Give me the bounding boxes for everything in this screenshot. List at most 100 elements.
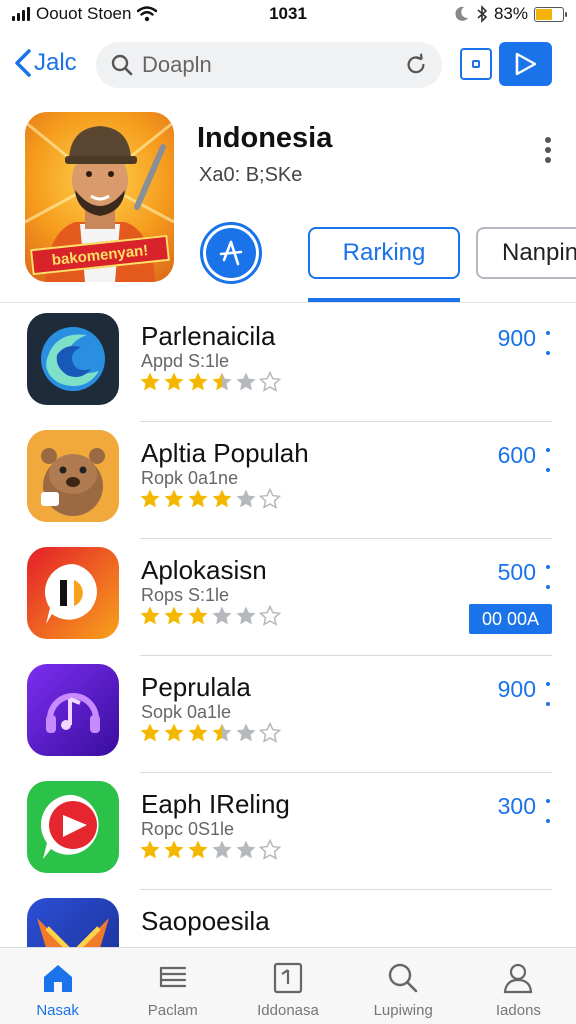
tab-list[interactable]: Paclam [115, 948, 230, 1024]
square-icon [472, 60, 480, 68]
list-icon [159, 966, 186, 988]
row-more-icon[interactable] [544, 331, 552, 355]
status-right: 83% [452, 4, 567, 24]
row-more-icon[interactable] [544, 799, 552, 823]
back-button[interactable]: Jalc [12, 48, 77, 78]
tab-ranking[interactable]: Rarking [308, 227, 460, 279]
star-filled-icon [140, 489, 160, 508]
row-more-icon[interactable] [544, 682, 552, 706]
star-empty-icon [236, 840, 256, 859]
app-count: 900 [497, 325, 536, 351]
star-filled-icon [212, 489, 232, 508]
app-subtitle: Appd S:1le [141, 351, 230, 371]
tab-home[interactable]: Nasak [0, 948, 115, 1024]
chat-bubble-icon [27, 547, 119, 639]
play-icon [27, 781, 119, 873]
list-item[interactable]: Peprulala Sopk 0a1le 900 [0, 656, 576, 773]
star-rating [139, 839, 281, 861]
row-more-icon[interactable] [544, 448, 552, 472]
star-rating [139, 722, 281, 744]
person-icon [504, 963, 533, 994]
star-empty-icon [259, 605, 281, 626]
more-options-button[interactable] [540, 134, 556, 166]
back-label: Jalc [34, 49, 77, 76]
share-button[interactable] [499, 42, 552, 86]
star-filled-icon [140, 723, 160, 742]
divider [0, 302, 576, 303]
star-filled-icon [164, 372, 184, 391]
tab-label: Lupiwing [373, 1002, 433, 1019]
star-half-icon [212, 372, 232, 391]
beaver-icon [27, 430, 119, 522]
star-empty-icon [236, 723, 256, 742]
battery-percent: 83% [493, 4, 528, 23]
status-bar: Oouot Stoen 1031 83% [0, 0, 576, 28]
bluetooth-icon [477, 5, 488, 23]
list-item[interactable]: Eaph IReling Ropc 0S1le 300 [0, 773, 576, 890]
star-filled-icon [164, 840, 184, 859]
moon-icon [455, 6, 468, 21]
send-icon [515, 52, 536, 76]
app-subtitle: Ropc 0S1le [141, 819, 235, 839]
search-icon [111, 54, 133, 76]
music-icon [27, 664, 119, 756]
app-subtitle: Ropk 0a1ne [141, 468, 239, 488]
row-more-icon[interactable] [544, 565, 552, 589]
nav-bar: Jalc [0, 40, 576, 92]
get-button[interactable]: 00 00A [469, 604, 552, 634]
app-name: Saopoesila [141, 906, 270, 936]
list-item[interactable]: Apltia Populah Ropk 0a1ne 600 [0, 422, 576, 539]
list-item[interactable]: Aplokasisn Rops S:1le 500 [0, 539, 576, 656]
tab-profile[interactable]: Iadons [461, 948, 576, 1024]
app-list: Parlenaicila Appd S:1le 900 Apltia Popul… [0, 305, 576, 1007]
app-count: 500 [497, 559, 536, 585]
tab-search[interactable]: Lupiwing [346, 948, 461, 1024]
star-filled-icon [140, 372, 160, 391]
featured-app-icon[interactable]: bakomenyan! [25, 112, 174, 282]
app-name: Aplokasisn [141, 555, 267, 585]
home-icon [43, 965, 72, 992]
tab-frame[interactable]: Iddonasa [230, 948, 345, 1024]
app-subtitle: Rops S:1le [141, 585, 230, 605]
star-filled-icon [164, 723, 184, 742]
search-bar[interactable] [96, 42, 442, 88]
battery-icon [534, 6, 567, 22]
star-filled-icon [140, 840, 160, 859]
app-count: 900 [497, 676, 536, 702]
list-item[interactable]: Parlenaicila Appd S:1le 900 [0, 305, 576, 422]
tab-label: Nasak [36, 1002, 79, 1019]
add-icon [206, 228, 256, 278]
tabs-button[interactable] [460, 48, 492, 80]
tab-label: Iadons [495, 1002, 541, 1019]
app-name: Peprulala [141, 672, 251, 702]
app-header: bakomenyan! Indonesia Xa0: B;SKe Rarking… [0, 112, 576, 303]
wifi-icon [137, 6, 158, 22]
battery-level [536, 8, 552, 20]
chevron-left-icon [15, 49, 31, 77]
star-empty-icon [259, 839, 281, 860]
reload-icon[interactable] [404, 53, 428, 77]
app-name: Eaph IReling [141, 789, 290, 819]
star-rating [139, 371, 281, 393]
tab-second[interactable]: Nanpinc [476, 227, 576, 279]
star-empty-icon [259, 488, 281, 509]
signal-icon [12, 7, 30, 21]
bottom-tab-bar: Nasak Paclam Iddonasa Lupiwing Iadons [0, 947, 576, 1024]
tab-label: Iddonasa [257, 1002, 319, 1019]
star-filled-icon [188, 489, 208, 508]
search-icon [389, 963, 418, 993]
app-name: Parlenaicila [141, 321, 276, 351]
star-filled-icon [188, 840, 208, 859]
search-input[interactable] [142, 52, 392, 78]
star-filled-icon [188, 372, 208, 391]
tab-label: Paclam [147, 1002, 198, 1019]
star-empty-icon [236, 372, 256, 391]
carrier-name: Oouot Stoen [36, 4, 132, 23]
star-empty-icon [236, 489, 256, 508]
star-empty-icon [259, 722, 281, 743]
install-button[interactable] [200, 222, 262, 284]
star-filled-icon [164, 606, 184, 625]
swirl-icon [27, 313, 119, 405]
star-empty-icon [212, 840, 232, 859]
star-filled-icon [164, 489, 184, 508]
